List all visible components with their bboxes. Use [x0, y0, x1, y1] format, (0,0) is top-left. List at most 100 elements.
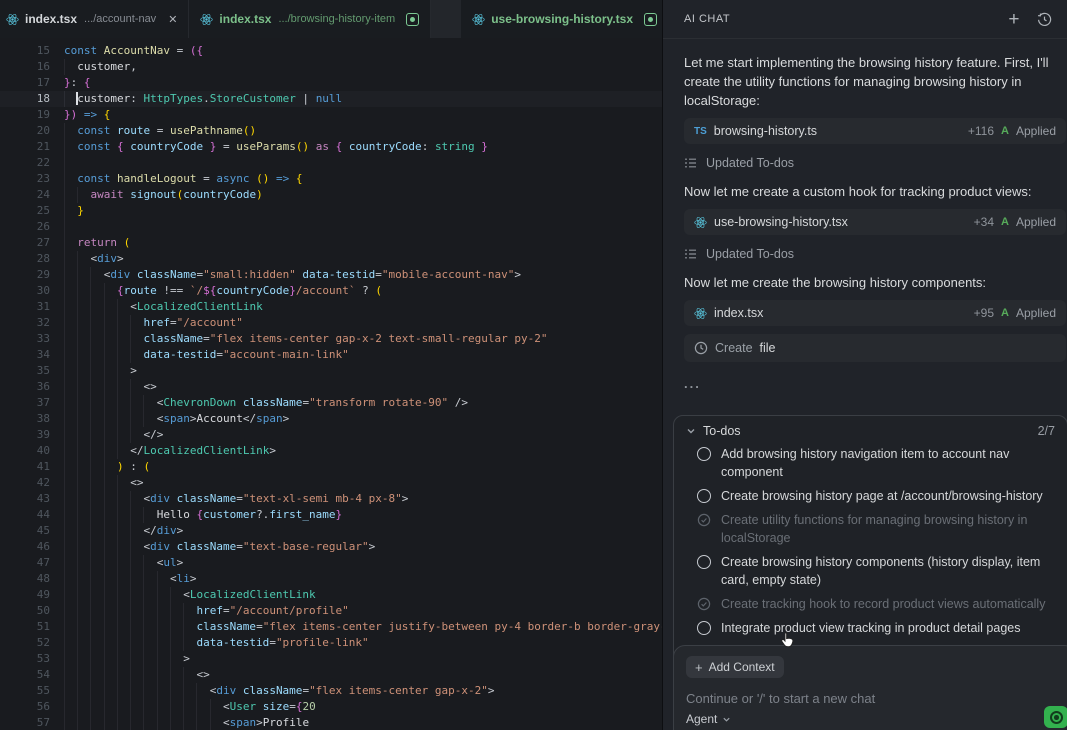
todo-item[interactable]: Add browsing history navigation item to … [674, 442, 1067, 484]
todo-item[interactable]: Create browsing history page at /account… [674, 484, 1067, 508]
line-number: 15 [0, 43, 50, 59]
code-line[interactable]: 45 </div> [0, 523, 662, 539]
code-line[interactable]: 30 {route !== `/${countryCode}/account` … [0, 283, 662, 299]
todo-label: Create utility functions for managing br… [721, 511, 1055, 547]
todo-label: Create browsing history page at /account… [721, 487, 1043, 505]
code-line[interactable]: 41 ) : ( [0, 459, 662, 475]
code-line[interactable]: 44 Hello {customer?.first_name} [0, 507, 662, 523]
close-icon[interactable]: ✕ [168, 13, 177, 26]
code-line[interactable]: 52 data-testid="profile-link" [0, 635, 662, 651]
code-line[interactable]: 34 data-testid="account-main-link" [0, 347, 662, 363]
todo-checkbox[interactable] [697, 555, 711, 569]
code-line[interactable]: 53 > [0, 651, 662, 667]
add-context-label: Add Context [709, 660, 775, 674]
code-line[interactable]: 57 <span>Profile [0, 715, 662, 730]
chat-message: Let me start implementing the browsing h… [684, 53, 1060, 110]
editor-tab[interactable]: index.tsx.../account-nav✕ [0, 0, 189, 38]
chat-input-box[interactable]: + Add Context Continue or '/' to start a… [673, 645, 1067, 730]
code-line[interactable]: 26 [0, 219, 662, 235]
history-icon[interactable] [1037, 12, 1052, 27]
code-line[interactable]: 50 href="/account/profile" [0, 603, 662, 619]
line-number: 45 [0, 523, 50, 539]
code-line[interactable]: 32 href="/account" [0, 315, 662, 331]
file-chip[interactable]: use-browsing-history.tsx+34AApplied [684, 209, 1066, 235]
code-line[interactable]: 42 <> [0, 475, 662, 491]
todo-item[interactable]: Create browsing history components (hist… [674, 550, 1067, 592]
code-line[interactable]: 25 } [0, 203, 662, 219]
voice-record-button[interactable] [1044, 706, 1067, 728]
line-number: 23 [0, 171, 50, 187]
file-chip[interactable]: index.tsx+95AApplied [684, 300, 1066, 326]
line-number: 37 [0, 395, 50, 411]
code-line[interactable]: 21 const { countryCode } = useParams() a… [0, 139, 662, 155]
applied-badge: A [1001, 307, 1009, 319]
code-line[interactable]: 23 const handleLogout = async () => { [0, 171, 662, 187]
todo-checkbox[interactable] [697, 513, 711, 527]
todos-header[interactable]: To-dos 2/7 [674, 416, 1067, 442]
code-line[interactable]: 22 [0, 155, 662, 171]
updated-todos-row[interactable]: Updated To-dos [684, 247, 1062, 261]
todo-label: Integrate product view tracking in produ… [721, 619, 1020, 637]
agent-mode-selector[interactable]: Agent [686, 712, 731, 726]
line-number: 54 [0, 667, 50, 683]
code-editor[interactable]: 15const AccountNav = ({16 customer,17}: … [0, 38, 662, 730]
code-line[interactable]: 37 <ChevronDown className="transform rot… [0, 395, 662, 411]
line-number: 20 [0, 123, 50, 139]
code-line[interactable]: 54 <> [0, 667, 662, 683]
chevron-down-icon [722, 715, 731, 724]
code-line[interactable]: 55 <div className="flex items-center gap… [0, 683, 662, 699]
chat-input-placeholder[interactable]: Continue or '/' to start a new chat [686, 691, 1063, 706]
code-line[interactable]: 33 className="flex items-center gap-x-2 … [0, 331, 662, 347]
tab-path: .../browsing-history-item [278, 13, 395, 25]
additions-count: +34 [974, 215, 994, 229]
code-line[interactable]: 18 customer: HttpTypes.StoreCustomer | n… [0, 91, 662, 107]
code-line[interactable]: 19}) => { [0, 107, 662, 123]
code-line[interactable]: 56 <User size={20 [0, 699, 662, 715]
editor-tab[interactable]: index.tsx.../browsing-history-item [189, 0, 431, 38]
code-line[interactable]: 16 customer, [0, 59, 662, 75]
create-file-row[interactable]: Createfile [684, 334, 1066, 362]
editor-tab[interactable]: use-browsing-history.tsx [461, 0, 662, 38]
code-line[interactable]: 24 await signout(countryCode) [0, 187, 662, 203]
code-line[interactable]: 46 <div className="text-base-regular"> [0, 539, 662, 555]
file-chip[interactable]: TSbrowsing-history.ts+116AApplied [684, 118, 1066, 144]
react-icon [200, 13, 213, 26]
todo-checkbox[interactable] [697, 597, 711, 611]
additions-count: +116 [968, 124, 994, 138]
app-window: index.tsx.../account-nav✕index.tsx.../br… [0, 0, 1067, 730]
line-number: 17 [0, 75, 50, 91]
code-line[interactable]: 17}: { [0, 75, 662, 91]
todos-title: To-dos [703, 424, 741, 438]
code-line[interactable]: 51 className="flex items-center justify-… [0, 619, 662, 635]
todo-checkbox[interactable] [697, 447, 711, 461]
code-line[interactable]: 31 <LocalizedClientLink [0, 299, 662, 315]
updated-todos-label: Updated To-dos [706, 156, 794, 170]
additions-count: +95 [974, 306, 994, 320]
chat-message: Now let me create a custom hook for trac… [684, 182, 1060, 201]
code-line[interactable]: 43 <div className="text-xl-semi mb-4 px-… [0, 491, 662, 507]
applied-badge: A [1001, 125, 1009, 137]
todo-checkbox[interactable] [697, 621, 711, 635]
line-number: 51 [0, 619, 50, 635]
code-line[interactable]: 15const AccountNav = ({ [0, 43, 662, 59]
code-line[interactable]: 29 <div className="small:hidden" data-te… [0, 267, 662, 283]
code-line[interactable]: 38 <span>Account</span> [0, 411, 662, 427]
code-line[interactable]: 20 const route = usePathname() [0, 123, 662, 139]
code-line[interactable]: 27 return ( [0, 235, 662, 251]
code-line[interactable]: 40 </LocalizedClientLink> [0, 443, 662, 459]
updated-todos-row[interactable]: Updated To-dos [684, 156, 1062, 170]
code-line[interactable]: 48 <li> [0, 571, 662, 587]
todo-item[interactable]: Create utility functions for managing br… [674, 508, 1067, 550]
add-context-button[interactable]: + Add Context [686, 656, 784, 678]
todo-item[interactable]: Create tracking hook to record product v… [674, 592, 1067, 616]
code-line[interactable]: 35 > [0, 363, 662, 379]
todo-checkbox[interactable] [697, 489, 711, 503]
code-line[interactable]: 39 </> [0, 427, 662, 443]
code-line[interactable]: 28 <div> [0, 251, 662, 267]
code-line[interactable]: 49 <LocalizedClientLink [0, 587, 662, 603]
file-chip-name: use-browsing-history.tsx [714, 215, 848, 229]
todo-item[interactable]: Integrate product view tracking in produ… [674, 616, 1067, 640]
code-line[interactable]: 36 <> [0, 379, 662, 395]
new-chat-icon[interactable]: + [1008, 10, 1020, 29]
code-line[interactable]: 47 <ul> [0, 555, 662, 571]
